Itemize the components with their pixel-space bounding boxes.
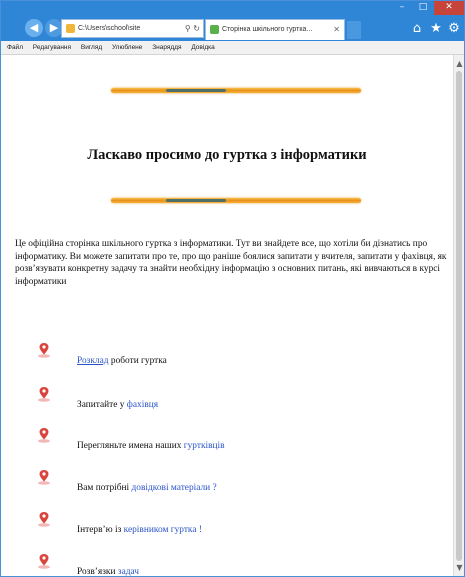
list-item: Розв’язки задач bbox=[1, 553, 453, 576]
maximize-button[interactable]: □ bbox=[413, 1, 433, 15]
map-pin-icon bbox=[38, 387, 50, 402]
scroll-thumb[interactable] bbox=[456, 71, 462, 561]
list-item: Вам потрібні довідкові матеріали ? bbox=[1, 469, 453, 509]
minimize-button[interactable]: – bbox=[392, 1, 412, 15]
list-item: Запитайте у фахівця bbox=[1, 386, 453, 426]
list-item-before: Розв’язки bbox=[77, 567, 118, 576]
list-item-before: Перегляньте имена наших bbox=[77, 441, 184, 451]
list-item-link[interactable]: Розклад bbox=[77, 356, 109, 366]
menu-view[interactable]: Вигляд bbox=[81, 41, 102, 54]
menu-favorites[interactable]: Улюблене bbox=[112, 41, 142, 54]
list-item-text: Вам потрібні довідкові матеріали ? bbox=[77, 483, 217, 493]
new-tab-button[interactable] bbox=[347, 21, 361, 39]
list-item-text: Інтерв’ю із керівником гуртка ! bbox=[77, 525, 202, 535]
browser-window: – □ ✕ ◀ ▶ C:\Users\school\site ⚲ ↻ Сторі… bbox=[0, 0, 465, 577]
tab-favicon-icon bbox=[210, 25, 219, 34]
tab-active[interactable]: Сторінка шкільного гуртка... ✕ bbox=[205, 19, 345, 40]
close-button[interactable]: ✕ bbox=[434, 1, 464, 15]
map-pin-icon bbox=[38, 428, 50, 443]
list-item: Розклад роботи гуртка bbox=[1, 342, 453, 382]
star-icon[interactable]: ★ bbox=[428, 21, 444, 37]
gear-icon[interactable]: ⚙ bbox=[446, 21, 462, 37]
address-bar[interactable]: C:\Users\school\site ⚲ ↻ bbox=[61, 19, 204, 38]
menu-tools[interactable]: Знаряддя bbox=[152, 41, 181, 54]
list-item-link[interactable]: задач bbox=[118, 567, 139, 576]
map-pin-icon bbox=[38, 343, 50, 358]
scroll-down-icon[interactable]: ▼ bbox=[455, 563, 464, 572]
list-item-text: Перегляньте имена наших гуртківців bbox=[77, 441, 225, 451]
map-pin-icon bbox=[38, 470, 50, 485]
map-pin-icon bbox=[38, 554, 50, 569]
title-bar: – □ ✕ ◀ ▶ C:\Users\school\site ⚲ ↻ Сторі… bbox=[1, 1, 464, 41]
list-item-before: Запитайте у bbox=[77, 400, 127, 410]
search-refresh-icon[interactable]: ⚲ ↻ bbox=[185, 20, 200, 37]
top-divider bbox=[111, 86, 361, 95]
bottom-divider bbox=[111, 196, 361, 205]
list-item-link[interactable]: довідкові матеріали ? bbox=[132, 483, 217, 493]
address-text: C:\Users\school\site bbox=[78, 25, 141, 32]
list-item-before: Вам потрібні bbox=[77, 483, 132, 493]
page-icon bbox=[66, 24, 75, 33]
vertical-scrollbar[interactable]: ▲ ▼ bbox=[453, 55, 464, 576]
menu-edit[interactable]: Редагування bbox=[33, 41, 71, 54]
scroll-up-icon[interactable]: ▲ bbox=[455, 59, 464, 68]
list-item-before: Інтерв’ю із bbox=[77, 525, 124, 535]
menu-file[interactable]: Файл bbox=[7, 41, 23, 54]
list-item-text: Розв’язки задач bbox=[77, 567, 139, 576]
page-content: Ласкаво просимо до гуртка з інформатики … bbox=[1, 55, 453, 576]
tab-title: Сторінка шкільного гуртка... bbox=[222, 26, 313, 33]
list-item: Перегляньте имена наших гуртківців bbox=[1, 427, 453, 467]
list-item-link[interactable]: керівником гуртка ! bbox=[124, 525, 202, 535]
menu-help[interactable]: Довідка bbox=[191, 41, 214, 54]
list-item-link[interactable]: гуртківців bbox=[184, 441, 225, 451]
page-title: Ласкаво просимо до гуртка з інформатики bbox=[87, 147, 367, 163]
tab-close-icon[interactable]: ✕ bbox=[333, 20, 340, 39]
list-item: Інтерв’ю із керівником гуртка ! bbox=[1, 511, 453, 551]
back-icon[interactable]: ◀ bbox=[25, 19, 43, 37]
list-item-after: роботи гуртка bbox=[108, 356, 167, 366]
list-item-text: Запитайте у фахівця bbox=[77, 400, 158, 410]
list-item-link[interactable]: фахівця bbox=[127, 400, 158, 410]
list-item-text: Розклад роботи гуртка bbox=[77, 356, 167, 366]
menu-bar: Файл Редагування Вигляд Улюблене Знарядд… bbox=[1, 41, 464, 55]
home-icon[interactable]: ⌂ bbox=[409, 21, 425, 37]
intro-paragraph: Це офіційна сторінка шкільного гуртка з … bbox=[15, 239, 447, 287]
map-pin-icon bbox=[38, 512, 50, 527]
